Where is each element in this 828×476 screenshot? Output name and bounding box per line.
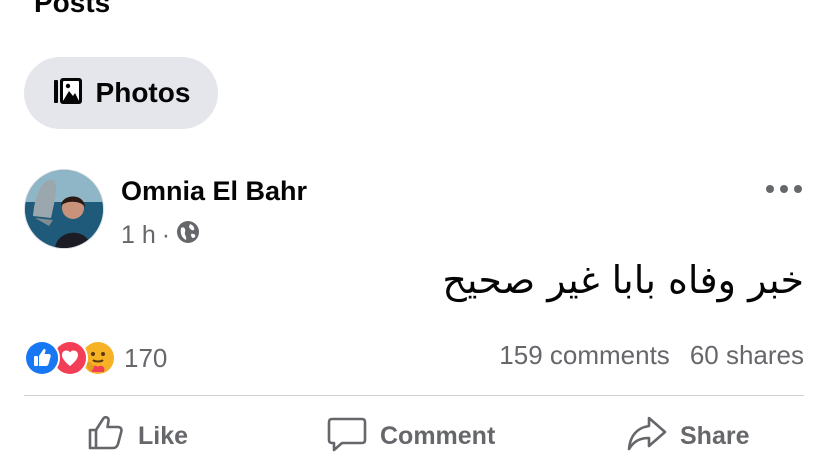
share-icon bbox=[626, 413, 668, 460]
share-label: Share bbox=[680, 421, 750, 450]
meta-separator: · bbox=[161, 221, 171, 249]
more-dot bbox=[766, 185, 774, 193]
photos-filter-button[interactable]: Photos bbox=[24, 57, 218, 129]
globe-icon bbox=[176, 220, 200, 251]
divider bbox=[24, 395, 804, 396]
avatar[interactable] bbox=[24, 169, 104, 249]
shares-count[interactable]: 60 shares bbox=[690, 340, 804, 371]
like-icon bbox=[86, 413, 126, 460]
comment-icon bbox=[326, 413, 368, 460]
reaction-count: 170 bbox=[124, 342, 168, 373]
section-title: Posts bbox=[34, 0, 111, 18]
like-button[interactable]: Like bbox=[86, 412, 188, 460]
like-reaction-icon bbox=[24, 340, 60, 376]
share-button[interactable]: Share bbox=[626, 412, 749, 460]
engagement-counts: 159 comments 60 shares bbox=[499, 340, 804, 371]
comments-count[interactable]: 159 comments bbox=[499, 340, 670, 371]
more-dot bbox=[794, 185, 802, 193]
more-dot bbox=[780, 185, 788, 193]
photos-filter-label: Photos bbox=[95, 77, 191, 108]
post-text: خبر وفاه بابا غير صحيح bbox=[442, 258, 804, 302]
more-options-button[interactable] bbox=[766, 178, 802, 200]
comment-button[interactable]: Comment bbox=[326, 412, 495, 460]
like-label: Like bbox=[138, 421, 189, 450]
photos-icon bbox=[52, 75, 84, 112]
post-time[interactable]: 1 h bbox=[121, 221, 156, 250]
post-author-name[interactable]: Omnia El Bahr bbox=[121, 176, 307, 207]
post-meta: 1 h · bbox=[121, 220, 200, 251]
reactions-summary[interactable]: 170 bbox=[24, 340, 167, 376]
comment-label: Comment bbox=[380, 421, 496, 450]
